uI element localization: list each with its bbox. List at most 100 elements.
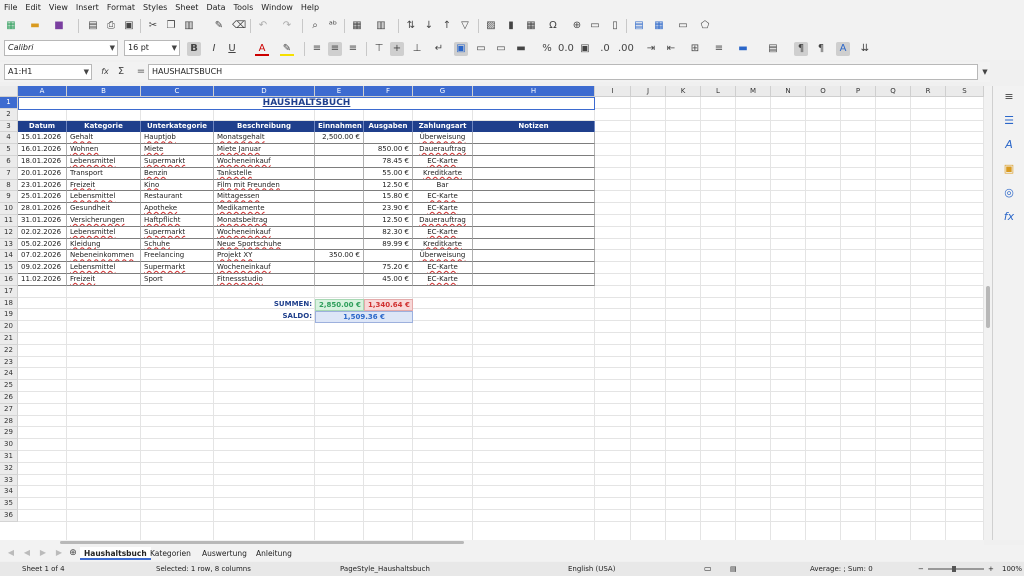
cell-ausgaben[interactable]: 82.30 € <box>364 226 413 239</box>
cell-einnahmen[interactable] <box>315 274 364 286</box>
row-icon[interactable]: ▦ <box>350 19 364 33</box>
cell-datum[interactable]: 18.01.2026 <box>18 156 67 168</box>
column-header[interactable]: K <box>666 86 701 97</box>
vertical-scroll-thumb[interactable] <box>986 286 990 328</box>
header-notizen[interactable]: Notizen <box>473 120 595 133</box>
cell-zahlungsart[interactable]: Dauerauftrag <box>413 215 473 227</box>
cell-kategorie[interactable]: Lebensmittel <box>67 191 141 204</box>
merge-cells-icon[interactable]: ▭ <box>494 42 508 56</box>
menu-tools[interactable]: Tools <box>230 3 258 12</box>
functions-icon[interactable]: fx <box>1002 210 1016 224</box>
cell-notizen[interactable] <box>473 156 595 168</box>
cell-kategorie[interactable]: Wohnen <box>67 144 141 156</box>
row-header[interactable]: 13 <box>0 238 18 251</box>
selection-mode-icon[interactable]: ▭ <box>704 562 712 576</box>
right-to-left-icon[interactable]: ¶ <box>814 42 828 56</box>
row-header[interactable]: 31 <box>0 451 18 463</box>
undo-icon[interactable]: ↶ <box>256 19 270 33</box>
vertical-text-icon[interactable]: ⇊ <box>858 42 872 56</box>
row-header[interactable]: 15 <box>0 262 18 274</box>
menu-styles[interactable]: Styles <box>139 3 171 12</box>
cell-unterkategorie[interactable]: Miete <box>141 144 214 156</box>
row-header[interactable]: 25 <box>0 380 18 392</box>
cell-datum[interactable]: 07.02.2026 <box>18 250 67 263</box>
cell-ausgaben[interactable]: 850.00 € <box>364 144 413 156</box>
cell-datum[interactable]: 11.02.2026 <box>18 274 67 286</box>
chevron-down-icon[interactable]: ▼ <box>110 41 115 55</box>
cell-einnahmen[interactable] <box>315 191 364 204</box>
add-sheet-icon[interactable]: ⊕ <box>66 546 80 560</box>
menu-insert[interactable]: Insert <box>72 3 103 12</box>
cell-datum[interactable]: 09.02.2026 <box>18 262 67 274</box>
cell-einnahmen[interactable] <box>315 226 364 239</box>
cell-unterkategorie[interactable]: Supermarkt <box>141 226 214 239</box>
split-window-icon[interactable]: ▭ <box>676 19 690 33</box>
row-header[interactable]: 18 <box>0 297 18 310</box>
sidebar-menu-icon[interactable]: ≡ <box>1002 90 1016 104</box>
cell-beschreibung[interactable]: Tankstelle <box>214 167 315 180</box>
cell-beschreibung[interactable]: Wocheneinkauf <box>214 226 315 239</box>
increase-indent-icon[interactable]: ⇥ <box>644 42 658 56</box>
status-zoom[interactable]: 100% <box>1002 562 1022 576</box>
cell-unterkategorie[interactable]: Hauptjob <box>141 132 214 145</box>
cell-datum[interactable]: 31.01.2026 <box>18 215 67 227</box>
cell-einnahmen[interactable] <box>315 156 364 168</box>
chevron-down-icon[interactable]: ▼ <box>172 41 177 55</box>
cell-einnahmen[interactable] <box>315 203 364 215</box>
header-ausgaben[interactable]: Ausgaben <box>364 120 413 133</box>
select-all-corner[interactable] <box>0 86 18 97</box>
column-header[interactable]: N <box>771 86 806 97</box>
font-color-icon[interactable]: A <box>255 42 269 56</box>
cell-kategorie[interactable]: Lebensmittel <box>67 226 141 239</box>
menu-edit[interactable]: Edit <box>21 3 45 12</box>
cell-datum[interactable]: 15.01.2026 <box>18 132 67 145</box>
cell-unterkategorie[interactable]: Supermarkt <box>141 262 214 274</box>
cell-kategorie[interactable]: Nebeneinkommen <box>67 250 141 263</box>
cell-kategorie[interactable]: Freizeit <box>67 274 141 286</box>
cell-ausgaben[interactable]: 78.45 € <box>364 156 413 168</box>
tab-kategorien[interactable]: Kategorien <box>146 547 195 560</box>
italic-button[interactable]: I <box>207 42 221 56</box>
border-color-icon[interactable]: ▬ <box>736 42 750 56</box>
name-box[interactable]: A1:H1 ▼ <box>4 64 92 80</box>
menu-format[interactable]: Format <box>103 3 139 12</box>
column-header[interactable]: I <box>595 86 631 97</box>
header-beschreibung[interactable]: Beschreibung <box>214 120 315 133</box>
row-header[interactable]: 12 <box>0 226 18 239</box>
column-header[interactable]: H <box>473 86 595 97</box>
cell-zahlungsart[interactable]: Kreditkarte <box>413 238 473 251</box>
remove-decimal-icon[interactable]: .00 <box>618 42 634 56</box>
cell-notizen[interactable] <box>473 144 595 156</box>
column-header[interactable]: S <box>946 86 984 97</box>
row-header[interactable]: 30 <box>0 439 18 451</box>
row-header[interactable]: 3 <box>0 120 18 133</box>
save-icon[interactable]: ■ <box>52 19 66 33</box>
cell-zahlungsart[interactable]: Kreditkarte <box>413 167 473 180</box>
cell-unterkategorie[interactable]: Restaurant <box>141 191 214 204</box>
cell-notizen[interactable] <box>473 262 595 274</box>
cell-datum[interactable]: 28.01.2026 <box>18 203 67 215</box>
cell-ausgaben[interactable] <box>364 250 413 263</box>
row-header[interactable]: 4 <box>0 132 18 145</box>
cell-zahlungsart[interactable]: EC-Karte <box>413 274 473 286</box>
paste-icon[interactable]: ▥ <box>182 19 196 33</box>
cell-ausgaben[interactable]: 12.50 € <box>364 179 413 192</box>
column-header[interactable]: E <box>315 86 364 97</box>
tab-auswertung[interactable]: Auswertung <box>198 547 251 560</box>
first-sheet-icon[interactable]: ◀ <box>4 546 18 560</box>
cell-notizen[interactable] <box>473 215 595 227</box>
cell-unterkategorie[interactable]: Haftpflicht <box>141 215 214 227</box>
borders-icon[interactable]: ⊞ <box>688 42 702 56</box>
zoom-out-icon[interactable]: − <box>918 562 924 576</box>
cell-beschreibung[interactable]: Fitnessstudio <box>214 274 315 286</box>
previous-sheet-icon[interactable]: ◀ <box>20 546 34 560</box>
cell-unterkategorie[interactable]: Apotheke <box>141 203 214 215</box>
summen-label[interactable]: SUMMEN: <box>214 299 315 311</box>
comment-icon[interactable]: ▭ <box>588 19 602 33</box>
insert-chart-icon[interactable]: ▮ <box>504 19 518 33</box>
open-folder-icon[interactable]: ▬ <box>28 19 42 33</box>
row-header[interactable]: 2 <box>0 108 18 121</box>
cell-kategorie[interactable]: Freizeit <box>67 179 141 192</box>
tab-haushaltsbuch[interactable]: Haushaltsbuch <box>80 547 151 560</box>
cell-datum[interactable]: 02.02.2026 <box>18 226 67 239</box>
